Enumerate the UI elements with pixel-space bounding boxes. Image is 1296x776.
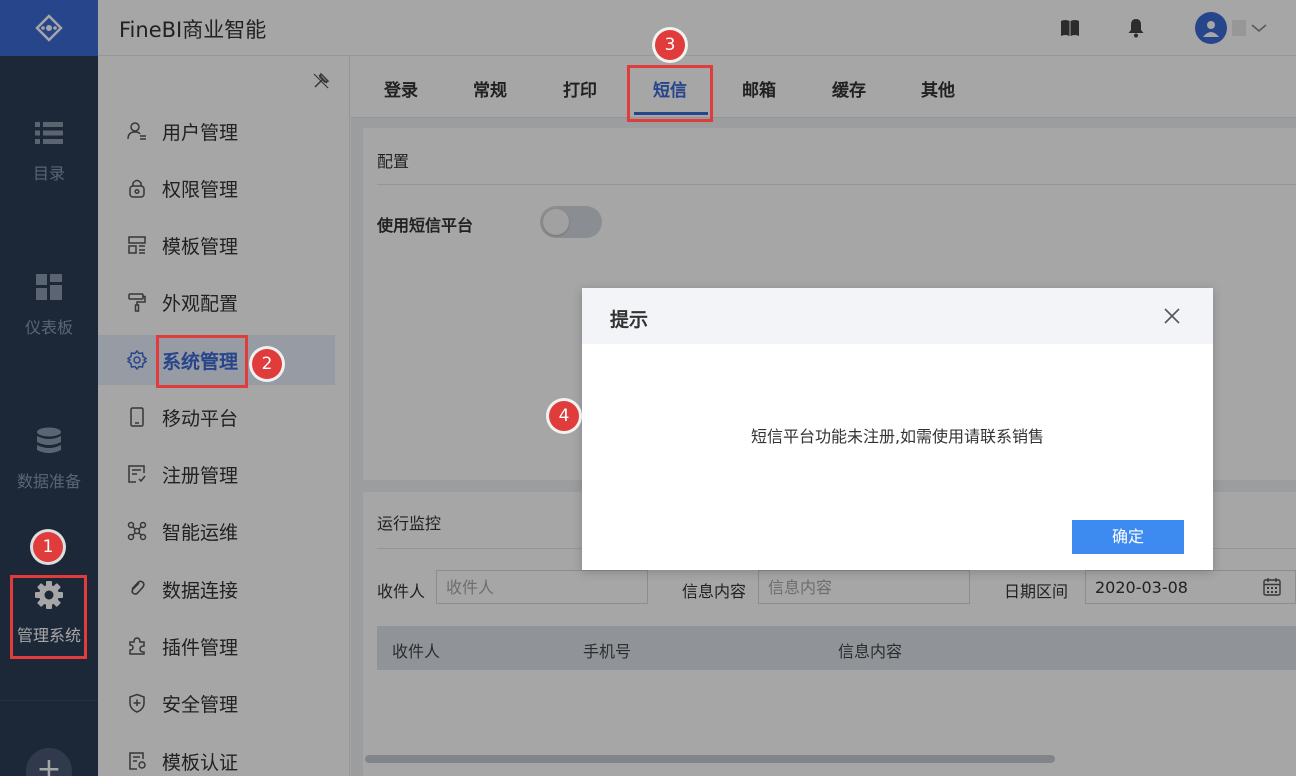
dialog-title: 提示 — [610, 309, 649, 331]
close-icon[interactable] — [1162, 306, 1182, 326]
annotation-badge-1: 1 — [33, 532, 63, 562]
highlight-system-management — [156, 335, 248, 388]
annotation-badge-2: 2 — [252, 349, 282, 379]
dialog-message: 短信平台功能未注册,如需使用请联系销售 — [750, 427, 1045, 446]
confirm-button[interactable]: 确定 — [1072, 520, 1184, 554]
tip-dialog: 提示 短信平台功能未注册,如需使用请联系销售 确定 — [582, 288, 1213, 570]
annotation-badge-3: 3 — [655, 30, 685, 60]
annotation-badge-4: 4 — [549, 401, 579, 431]
dialog-header: 提示 — [582, 288, 1213, 344]
highlight-sms-tab — [627, 65, 713, 122]
highlight-admin-system — [10, 575, 87, 659]
